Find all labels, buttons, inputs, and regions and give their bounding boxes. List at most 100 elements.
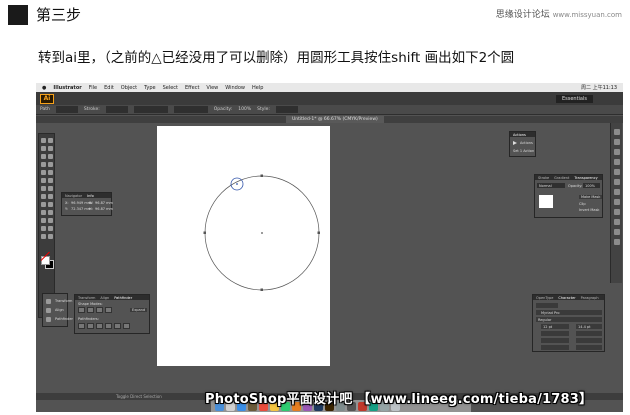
align-icon[interactable] — [46, 308, 51, 313]
tab-opentype[interactable]: OpenType — [536, 296, 553, 300]
color-guide-icon[interactable] — [614, 139, 620, 145]
tab-pathfinder[interactable]: Pathfinder — [114, 296, 132, 300]
artboards-icon[interactable] — [614, 239, 620, 245]
tab-align[interactable]: Align — [100, 296, 109, 300]
outline-button[interactable] — [114, 323, 121, 329]
pencil-tool-icon[interactable] — [48, 170, 53, 175]
swatches-icon[interactable] — [614, 149, 620, 155]
play-icon[interactable] — [513, 141, 517, 145]
anchor-bottom[interactable] — [260, 288, 264, 292]
touch-type-button[interactable] — [536, 303, 558, 308]
tab-paragraph[interactable]: Paragraph — [581, 296, 599, 300]
menu-select[interactable]: Select — [163, 85, 178, 91]
symbol-sprayer-tool-icon[interactable] — [41, 218, 46, 223]
menu-type[interactable]: Type — [144, 85, 155, 91]
tab-actions[interactable]: Actions — [513, 133, 526, 137]
menu-view[interactable]: View — [206, 85, 218, 91]
expand-button[interactable]: Expand — [130, 308, 148, 312]
slice-tool-icon[interactable] — [48, 226, 53, 231]
mesh-tool-icon[interactable] — [41, 202, 46, 207]
unite-button[interactable] — [78, 307, 85, 313]
magic-wand-tool-icon[interactable] — [41, 146, 46, 151]
hand-tool-icon[interactable] — [41, 234, 46, 239]
symbols-icon[interactable] — [614, 169, 620, 175]
font-family-dropdown[interactable]: Myriad Pro — [536, 310, 602, 315]
width-tool-icon[interactable] — [41, 186, 46, 191]
collapsed-pathfinder[interactable]: Pathfinder — [55, 317, 73, 321]
actions-set-item[interactable]: Set 1 Action — [513, 149, 534, 153]
kerning-field[interactable] — [541, 331, 569, 336]
tab-stroke[interactable]: Stroke — [538, 176, 549, 180]
clip-checkbox[interactable]: Clip — [579, 202, 586, 206]
rotate-tool-icon[interactable] — [41, 178, 46, 183]
collapsed-transform[interactable]: Transform — [55, 299, 72, 303]
line-tool-icon[interactable] — [41, 162, 46, 167]
trim-button[interactable] — [87, 323, 94, 329]
layers-icon[interactable] — [614, 229, 620, 235]
tab-transparency[interactable]: Transparency — [574, 176, 597, 180]
menu-edit[interactable]: Edit — [104, 85, 114, 91]
graph-tool-icon[interactable] — [48, 218, 53, 223]
anchor-right[interactable] — [317, 231, 321, 235]
menu-file[interactable]: File — [89, 85, 97, 91]
anchor-left[interactable] — [203, 231, 207, 235]
ellipse-tool-icon[interactable] — [48, 162, 53, 167]
brush-dropdown[interactable] — [173, 106, 208, 113]
apple-icon[interactable]: ● — [42, 85, 46, 91]
make-mask-button[interactable]: Make Mask — [579, 195, 603, 199]
color-panel-icon[interactable] — [614, 129, 620, 135]
tab-gradient[interactable]: Gradient — [554, 176, 569, 180]
scale-tool-icon[interactable] — [48, 178, 53, 183]
style-dropdown[interactable] — [275, 106, 298, 113]
tab-character[interactable]: Character — [558, 296, 575, 300]
stroke-icon[interactable] — [614, 179, 620, 185]
paintbrush-tool-icon[interactable] — [41, 170, 46, 175]
blend-mode-dropdown[interactable]: Normal — [537, 183, 565, 188]
invert-mask-checkbox[interactable]: Invert Mask — [579, 208, 599, 212]
lasso-tool-icon[interactable] — [48, 146, 53, 151]
actions-item[interactable]: Actions — [520, 141, 533, 145]
menu-object[interactable]: Object — [121, 85, 137, 91]
pathfinder-icon[interactable] — [46, 317, 51, 322]
tab-navigator[interactable]: Navigator — [65, 194, 82, 198]
eyedropper-tool-icon[interactable] — [41, 210, 46, 215]
exclude-button[interactable] — [105, 307, 112, 313]
menu-help[interactable]: Help — [252, 85, 263, 91]
type-tool-icon[interactable] — [48, 154, 53, 159]
char-rotation-field[interactable] — [576, 345, 602, 350]
horizontal-scale-field[interactable] — [576, 338, 602, 343]
crop-button[interactable] — [105, 323, 112, 329]
brushes-icon[interactable] — [614, 159, 620, 165]
blend-tool-icon[interactable] — [48, 210, 53, 215]
tracking-field[interactable] — [576, 331, 602, 336]
free-transform-tool-icon[interactable] — [48, 186, 53, 191]
direct-selection-tool-icon[interactable] — [48, 138, 53, 143]
divide-button[interactable] — [78, 323, 85, 329]
leading-field[interactable]: 14.4 pt — [576, 324, 602, 329]
opacity-value[interactable]: 100% — [238, 107, 251, 112]
transparency-icon[interactable] — [614, 199, 620, 205]
anchor-top[interactable] — [260, 174, 264, 178]
opacity-field[interactable]: 100% — [583, 183, 600, 188]
minus-back-button[interactable] — [123, 323, 130, 329]
tab-transform[interactable]: Transform — [78, 296, 95, 300]
menu-window[interactable]: Window — [225, 85, 245, 91]
transform-icon[interactable] — [46, 299, 51, 304]
gradient-icon[interactable] — [614, 189, 620, 195]
menu-illustrator[interactable]: Illustrator — [53, 85, 81, 91]
document-tab[interactable]: Untitled-1* @ 66.67% (CMYK/Preview) — [286, 116, 384, 123]
merge-button[interactable] — [96, 323, 103, 329]
intersect-button[interactable] — [96, 307, 103, 313]
shape-builder-tool-icon[interactable] — [41, 194, 46, 199]
menu-effect[interactable]: Effect — [185, 85, 199, 91]
baseline-shift-field[interactable] — [541, 345, 569, 350]
zoom-tool-icon[interactable] — [48, 234, 53, 239]
perspective-grid-tool-icon[interactable] — [48, 194, 53, 199]
fill-dropdown[interactable] — [55, 106, 78, 113]
font-style-dropdown[interactable]: Regular — [536, 317, 602, 322]
workspace-switcher[interactable]: Essentials — [555, 94, 593, 103]
artboard[interactable] — [157, 126, 330, 366]
appearance-icon[interactable] — [614, 209, 620, 215]
variable-width-dropdown[interactable] — [133, 106, 168, 113]
graphic-styles-icon[interactable] — [614, 219, 620, 225]
